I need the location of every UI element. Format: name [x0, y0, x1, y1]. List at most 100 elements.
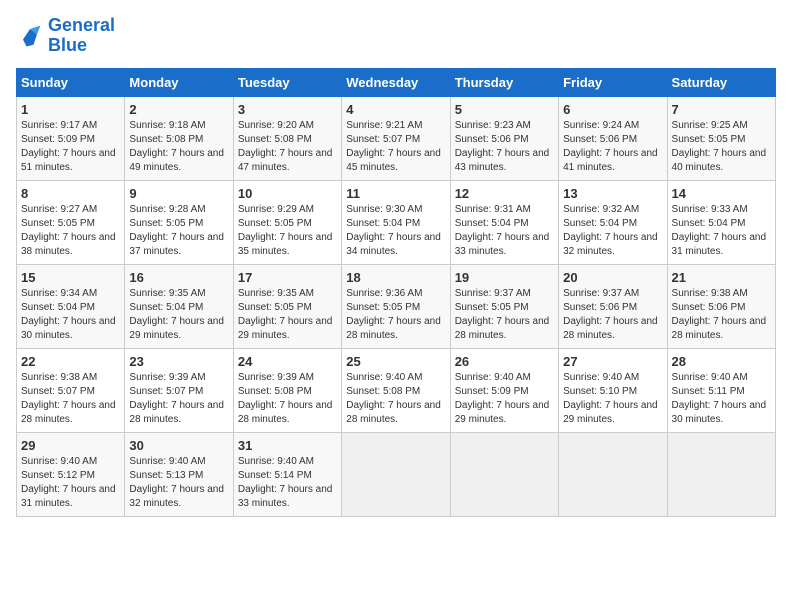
calendar-cell: 1 Sunrise: 9:17 AM Sunset: 5:09 PM Daylig… — [17, 96, 125, 180]
day-info: Sunrise: 9:18 AM Sunset: 5:08 PM Dayligh… — [129, 119, 228, 175]
calendar-cell: 19 Sunrise: 9:37 AM Sunset: 5:05 PM Dayli… — [450, 264, 558, 348]
page-header: General Blue — [16, 16, 776, 56]
day-info: Sunrise: 9:28 AM Sunset: 5:05 PM Dayligh… — [129, 203, 228, 259]
day-info: Sunrise: 9:39 AM Sunset: 5:07 PM Dayligh… — [129, 371, 228, 427]
calendar-cell: 25Sunrise: 9:40 AM Sunset: 5:08 PM Dayli… — [342, 348, 450, 432]
day-info: Sunrise: 9:38 AM Sunset: 5:06 PM Dayligh… — [672, 287, 771, 343]
day-info: Sunrise: 9:40 AM Sunset: 5:10 PM Dayligh… — [563, 371, 662, 427]
calendar-week-1: 1 Sunrise: 9:17 AM Sunset: 5:09 PM Daylig… — [17, 96, 776, 180]
calendar-cell: 17Sunrise: 9:35 AM Sunset: 5:05 PM Dayli… — [233, 264, 341, 348]
calendar-cell: 21 Sunrise: 9:38 AM Sunset: 5:06 PM Dayli… — [667, 264, 775, 348]
day-info: Sunrise: 9:23 AM Sunset: 5:06 PM Dayligh… — [455, 119, 554, 175]
day-number: 1 — [21, 102, 120, 117]
day-info: Sunrise: 9:36 AM Sunset: 5:05 PM Dayligh… — [346, 287, 445, 343]
calendar-cell: 18 Sunrise: 9:36 AM Sunset: 5:05 PM Dayli… — [342, 264, 450, 348]
calendar-cell — [559, 432, 667, 516]
weekday-header-monday: Monday — [125, 68, 233, 96]
calendar-cell: 29Sunrise: 9:40 AM Sunset: 5:12 PM Dayli… — [17, 432, 125, 516]
day-info: Sunrise: 9:38 AM Sunset: 5:07 PM Dayligh… — [21, 371, 120, 427]
day-number: 10 — [238, 186, 337, 201]
day-info: Sunrise: 9:37 AM Sunset: 5:06 PM Dayligh… — [563, 287, 662, 343]
calendar-cell — [667, 432, 775, 516]
calendar-cell: 24 Sunrise: 9:39 AM Sunset: 5:08 PM Dayli… — [233, 348, 341, 432]
day-number: 24 — [238, 354, 337, 369]
weekday-header-sunday: Sunday — [17, 68, 125, 96]
calendar-week-3: 15 Sunrise: 9:34 AM Sunset: 5:04 PM Dayli… — [17, 264, 776, 348]
logo: General Blue — [16, 16, 115, 56]
calendar-cell: 23 Sunrise: 9:39 AM Sunset: 5:07 PM Dayli… — [125, 348, 233, 432]
day-number: 3 — [238, 102, 337, 117]
day-info: Sunrise: 9:40 AM Sunset: 5:13 PM Dayligh… — [129, 455, 228, 511]
calendar-cell: 28 Sunrise: 9:40 AM Sunset: 5:11 PM Dayli… — [667, 348, 775, 432]
calendar-table: SundayMondayTuesdayWednesdayThursdayFrid… — [16, 68, 776, 517]
day-number: 8 — [21, 186, 120, 201]
calendar-cell: 8 Sunrise: 9:27 AM Sunset: 5:05 PM Daylig… — [17, 180, 125, 264]
day-number: 19 — [455, 270, 554, 285]
day-info: Sunrise: 9:24 AM Sunset: 5:06 PM Dayligh… — [563, 119, 662, 175]
day-info: Sunrise: 9:40 AM Sunset: 5:09 PM Dayligh… — [455, 371, 554, 427]
calendar-cell: 11 Sunrise: 9:30 AM Sunset: 5:04 PM Dayli… — [342, 180, 450, 264]
weekday-header-thursday: Thursday — [450, 68, 558, 96]
day-number: 7 — [672, 102, 771, 117]
day-info: Sunrise: 9:40 AM Sunset: 5:14 PM Dayligh… — [238, 455, 337, 511]
calendar-cell: 14 Sunrise: 9:33 AM Sunset: 5:04 PM Dayli… — [667, 180, 775, 264]
day-number: 18 — [346, 270, 445, 285]
day-number: 14 — [672, 186, 771, 201]
day-number: 23 — [129, 354, 228, 369]
day-info: Sunrise: 9:37 AM Sunset: 5:05 PM Dayligh… — [455, 287, 554, 343]
day-info: Sunrise: 9:31 AM Sunset: 5:04 PM Dayligh… — [455, 203, 554, 259]
calendar-cell: 7 Sunrise: 9:25 AM Sunset: 5:05 PM Daylig… — [667, 96, 775, 180]
day-info: Sunrise: 9:27 AM Sunset: 5:05 PM Dayligh… — [21, 203, 120, 259]
calendar-cell: 9 Sunrise: 9:28 AM Sunset: 5:05 PM Daylig… — [125, 180, 233, 264]
calendar-cell: 12Sunrise: 9:31 AM Sunset: 5:04 PM Dayli… — [450, 180, 558, 264]
day-number: 4 — [346, 102, 445, 117]
calendar-cell: 31 Sunrise: 9:40 AM Sunset: 5:14 PM Dayli… — [233, 432, 341, 516]
calendar-cell: 15 Sunrise: 9:34 AM Sunset: 5:04 PM Dayli… — [17, 264, 125, 348]
day-info: Sunrise: 9:33 AM Sunset: 5:04 PM Dayligh… — [672, 203, 771, 259]
day-number: 21 — [672, 270, 771, 285]
day-number: 27 — [563, 354, 662, 369]
day-info: Sunrise: 9:30 AM Sunset: 5:04 PM Dayligh… — [346, 203, 445, 259]
calendar-cell: 27 Sunrise: 9:40 AM Sunset: 5:10 PM Dayli… — [559, 348, 667, 432]
day-number: 29 — [21, 438, 120, 453]
day-info: Sunrise: 9:20 AM Sunset: 5:08 PM Dayligh… — [238, 119, 337, 175]
day-number: 9 — [129, 186, 228, 201]
day-number: 28 — [672, 354, 771, 369]
day-number: 2 — [129, 102, 228, 117]
calendar-cell: 20 Sunrise: 9:37 AM Sunset: 5:06 PM Dayli… — [559, 264, 667, 348]
calendar-cell: 10Sunrise: 9:29 AM Sunset: 5:05 PM Dayli… — [233, 180, 341, 264]
calendar-cell: 6Sunrise: 9:24 AM Sunset: 5:06 PM Daylig… — [559, 96, 667, 180]
calendar-cell: 4 Sunrise: 9:21 AM Sunset: 5:07 PM Daylig… — [342, 96, 450, 180]
calendar-cell — [450, 432, 558, 516]
calendar-cell: 16Sunrise: 9:35 AM Sunset: 5:04 PM Dayli… — [125, 264, 233, 348]
day-number: 11 — [346, 186, 445, 201]
calendar-week-4: 22 Sunrise: 9:38 AM Sunset: 5:07 PM Dayli… — [17, 348, 776, 432]
day-info: Sunrise: 9:40 AM Sunset: 5:08 PM Dayligh… — [346, 371, 445, 427]
day-number: 15 — [21, 270, 120, 285]
day-number: 13 — [563, 186, 662, 201]
day-number: 22 — [21, 354, 120, 369]
day-info: Sunrise: 9:17 AM Sunset: 5:09 PM Dayligh… — [21, 119, 120, 175]
day-number: 31 — [238, 438, 337, 453]
day-info: Sunrise: 9:25 AM Sunset: 5:05 PM Dayligh… — [672, 119, 771, 175]
logo-text: General Blue — [48, 16, 115, 56]
day-number: 30 — [129, 438, 228, 453]
calendar-cell: 22 Sunrise: 9:38 AM Sunset: 5:07 PM Dayli… — [17, 348, 125, 432]
calendar-cell: 3 Sunrise: 9:20 AM Sunset: 5:08 PM Daylig… — [233, 96, 341, 180]
day-number: 26 — [455, 354, 554, 369]
day-info: Sunrise: 9:21 AM Sunset: 5:07 PM Dayligh… — [346, 119, 445, 175]
calendar-cell: 5Sunrise: 9:23 AM Sunset: 5:06 PM Daylig… — [450, 96, 558, 180]
calendar-cell — [342, 432, 450, 516]
day-number: 20 — [563, 270, 662, 285]
day-info: Sunrise: 9:34 AM Sunset: 5:04 PM Dayligh… — [21, 287, 120, 343]
day-info: Sunrise: 9:40 AM Sunset: 5:11 PM Dayligh… — [672, 371, 771, 427]
calendar-cell: 13Sunrise: 9:32 AM Sunset: 5:04 PM Dayli… — [559, 180, 667, 264]
day-info: Sunrise: 9:35 AM Sunset: 5:05 PM Dayligh… — [238, 287, 337, 343]
logo-icon — [16, 22, 44, 50]
calendar-cell: 30 Sunrise: 9:40 AM Sunset: 5:13 PM Dayli… — [125, 432, 233, 516]
calendar-week-2: 8 Sunrise: 9:27 AM Sunset: 5:05 PM Daylig… — [17, 180, 776, 264]
day-info: Sunrise: 9:39 AM Sunset: 5:08 PM Dayligh… — [238, 371, 337, 427]
calendar-week-5: 29Sunrise: 9:40 AM Sunset: 5:12 PM Dayli… — [17, 432, 776, 516]
weekday-header-wednesday: Wednesday — [342, 68, 450, 96]
weekday-header-tuesday: Tuesday — [233, 68, 341, 96]
